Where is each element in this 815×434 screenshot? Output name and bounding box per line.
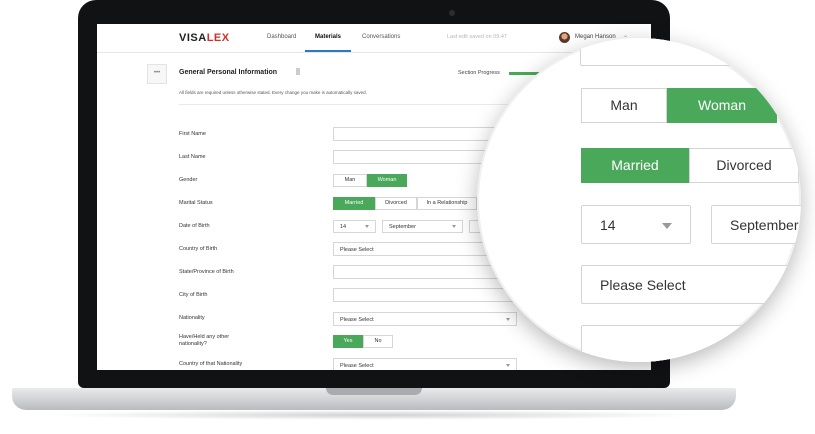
magnifier-lens: Man Woman Married Divorced 14 September … [477, 38, 801, 362]
zoomed-dob-month-value: September [730, 217, 799, 233]
laptop-shadow [40, 410, 710, 420]
date-of-birth-label: Date of Birth [179, 223, 210, 229]
other-nationality-yes[interactable]: Yes [333, 335, 363, 348]
city-of-birth-input[interactable] [333, 288, 523, 302]
zoomed-empty-field [581, 325, 801, 362]
last-saved-status: Last edit saved on 09:47 [447, 34, 507, 40]
section-title: General Personal Information [179, 69, 278, 76]
nav-conversations[interactable]: Conversations [362, 34, 400, 40]
camera-icon [449, 10, 455, 16]
zoomed-country-select: Please Select [581, 265, 801, 304]
zoomed-dob-month: September [711, 205, 801, 244]
country-of-birth-label: Country of Birth [179, 246, 218, 252]
nationality-value: Please Select [340, 317, 374, 323]
menu-icon[interactable]: ••• [147, 64, 167, 84]
logo-accent-text: LEX [206, 32, 230, 44]
zoomed-country-value: Please Select [600, 277, 686, 293]
avatar[interactable] [559, 32, 570, 43]
first-name-label: First Name [179, 131, 206, 137]
visalex-logo[interactable]: VISALEX [179, 32, 230, 44]
zoomed-marital-married: Married [581, 148, 689, 183]
document-icon[interactable] [296, 68, 300, 75]
country-of-nationality-label: Country of that Nationality [179, 361, 243, 367]
marital-divorced-option[interactable]: Divorced [375, 197, 417, 210]
gender-woman-option[interactable]: Woman [367, 174, 407, 187]
marital-relationship-option[interactable]: In a Relationship [417, 197, 477, 210]
nav-dashboard[interactable]: Dashboard [267, 34, 296, 40]
other-nationality-label-line1: Have/Held any other [179, 334, 230, 340]
chevron-down-icon [506, 364, 510, 367]
nav-materials[interactable]: Materials [315, 34, 341, 40]
country-of-nationality-value: Please Select [340, 363, 374, 369]
section-progress-label: Section Progress [458, 70, 500, 76]
zoomed-gender-man: Man [581, 88, 667, 123]
marital-married-option[interactable]: Married [333, 197, 375, 210]
dob-month-value: September [389, 224, 416, 230]
zoomed-marital-divorced: Divorced [689, 148, 799, 183]
country-of-birth-value: Please Select [340, 247, 374, 253]
gender-man-option[interactable]: Man [333, 174, 367, 187]
marital-status-label: Marital Status [179, 200, 213, 206]
other-nationality-no[interactable]: No [363, 335, 393, 348]
state-of-birth-label: State/Province of Birth [179, 269, 234, 275]
zoomed-dob-day: 14 [581, 205, 691, 244]
top-navigation-bar: VISALEX Dashboard Materials Conversation… [97, 24, 651, 53]
chevron-down-icon [452, 225, 456, 228]
nationality-select[interactable]: Please Select [333, 312, 517, 326]
last-name-label: Last Name [179, 154, 206, 160]
gender-label: Gender [179, 177, 198, 183]
required-fields-note: All fields are required unless otherwise… [179, 90, 367, 95]
country-of-nationality-select[interactable]: Please Select [333, 358, 517, 370]
chevron-down-icon [662, 223, 672, 229]
dob-day-value: 14 [340, 224, 347, 230]
nationality-label: Nationality [179, 315, 205, 321]
dob-day-select[interactable]: 14 [333, 220, 376, 233]
other-nationality-label-line2: nationality? [179, 341, 207, 347]
active-tab-indicator [305, 50, 351, 52]
laptop-notch [326, 388, 422, 395]
dob-month-select[interactable]: September [382, 220, 463, 233]
zoomed-gender-woman: Woman [667, 88, 777, 123]
zoomed-text-field [580, 38, 801, 66]
zoomed-dob-day-value: 14 [600, 217, 616, 233]
city-of-birth-label: City of Birth [179, 292, 208, 298]
chevron-down-icon [365, 225, 369, 228]
logo-text: VISA [179, 32, 207, 44]
chevron-down-icon [506, 318, 510, 321]
other-nationality-label: Have/Held any other nationality? [179, 334, 229, 348]
